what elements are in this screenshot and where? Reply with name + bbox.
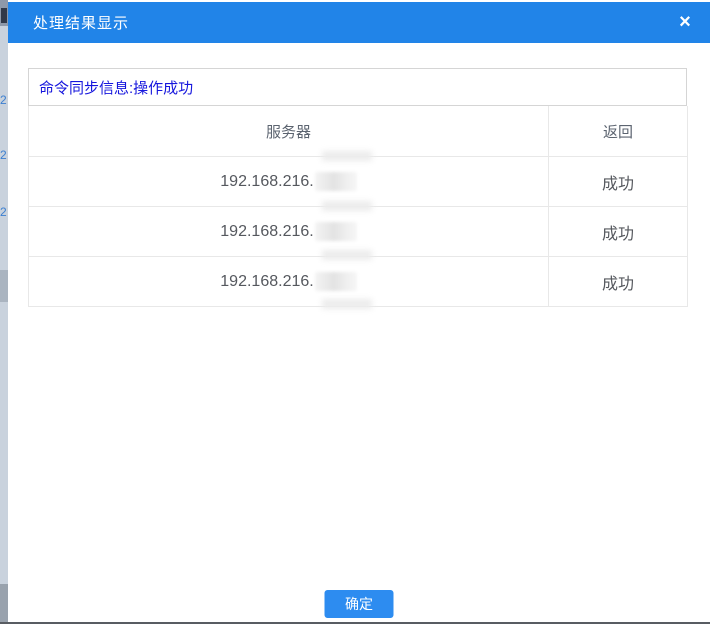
column-header-server: 服务器 [29,106,549,157]
dialog-content: 命令同步信息:操作成功 服务器 返回 192.168.216. [28,68,687,307]
background-page-left-sliver: 2 2 2 [0,0,8,624]
redaction-artifact [322,201,372,211]
server-ip-text: 192.168.216. [220,273,313,291]
close-icon[interactable]: × [673,11,697,35]
server-ip-text: 192.168.216. [220,223,313,241]
result-cell: 成功 [549,207,688,257]
redacted-ip-blur [315,272,357,291]
result-cell: 成功 [549,257,688,307]
result-cell: 成功 [549,157,688,207]
redaction-artifact [322,250,372,260]
background-left-topbar [0,0,8,26]
server-cell: 192.168.216. [29,207,549,257]
background-glyph [1,8,7,23]
redaction-artifact [322,299,372,309]
background-left-footer [0,584,8,624]
column-header-result: 返回 [549,106,688,157]
table-header-row: 服务器 返回 [29,106,688,157]
redacted-ip-blur [315,172,357,191]
redacted-ip-blur [315,222,357,241]
redaction-artifact [322,151,372,161]
background-row-number: 2 [0,93,8,107]
background-row-number: 2 [0,148,8,162]
sync-message-box: 命令同步信息:操作成功 [28,68,687,106]
sync-message-text: 命令同步信息:操作成功 [39,77,193,98]
confirm-button[interactable]: 确定 [325,590,394,618]
dialog-title: 处理结果显示 [33,12,129,33]
table-row: 192.168.216. 成功 [29,157,688,207]
server-cell: 192.168.216. [29,257,549,307]
result-dialog: 处理结果显示 × 命令同步信息:操作成功 服务器 返回 192.168.216. [8,0,710,624]
server-cell: 192.168.216. [29,157,549,207]
dialog-header: 处理结果显示 × [8,2,710,43]
table-row: 192.168.216. 成功 [29,207,688,257]
server-ip-text: 192.168.216. [220,173,313,191]
background-left-patch [0,270,8,302]
background-row-number: 2 [0,205,8,219]
